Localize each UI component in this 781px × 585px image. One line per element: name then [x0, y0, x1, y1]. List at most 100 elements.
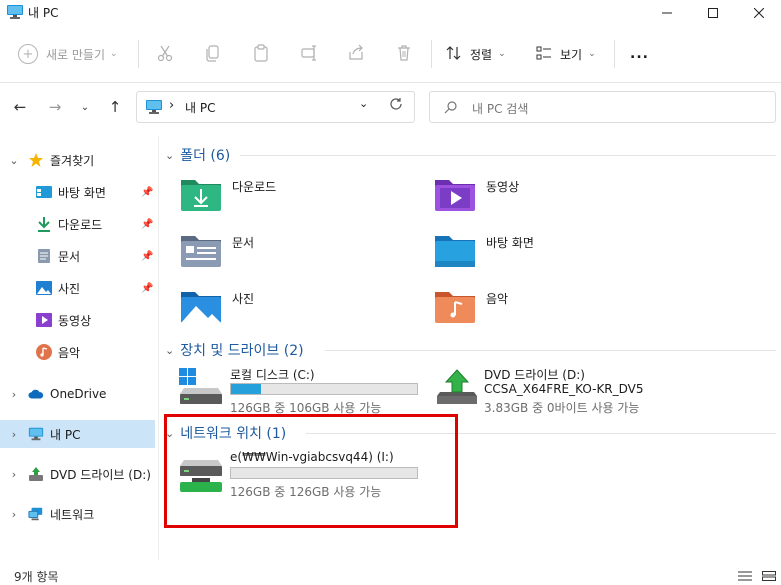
rename-button[interactable] — [300, 40, 318, 68]
tiles-view-button[interactable] — [762, 570, 776, 584]
sidebar-item-this-pc[interactable]: › 내 PC — [0, 420, 155, 448]
arrow-up-icon: ↑ — [108, 98, 122, 116]
chevron-right-icon[interactable]: › — [8, 428, 20, 441]
pc-icon — [6, 4, 24, 23]
new-button[interactable]: + 새로 만들기 ⌄ — [18, 40, 118, 68]
folder-music[interactable]: 음악 — [434, 288, 674, 332]
pc-icon — [28, 426, 44, 442]
sidebar-item-network[interactable]: › 네트워크 — [0, 500, 155, 528]
video-icon — [36, 312, 52, 328]
chevron-down-icon: ⌄ — [588, 49, 596, 59]
toolbar-divider — [138, 40, 139, 68]
drive-local-c[interactable]: 로컬 디스크 (C:) 126GB 중 106GB 사용 가능 — [178, 366, 424, 415]
view-icon — [536, 45, 552, 64]
drive-dvd-d[interactable]: DVD 드라이브 (D:) CCSA_X64FRE_KO-KR_DV5 3.83… — [436, 366, 736, 415]
view-button-label: 보기 — [560, 47, 583, 62]
drive-name: 로컬 디스크 (C:) — [230, 368, 315, 382]
window-title: 내 PC — [28, 6, 59, 20]
sidebar-item-label: 내 PC — [50, 427, 81, 442]
sort-button[interactable]: 정렬 ⌄ — [446, 40, 506, 68]
sidebar-item-onedrive[interactable]: › OneDrive — [0, 380, 155, 408]
minimize-button[interactable] — [644, 0, 690, 26]
breadcrumb-separator: › — [169, 98, 175, 113]
sidebar-item-downloads[interactable]: 다운로드 📌 — [0, 210, 155, 238]
sidebar-item-label: 바탕 화면 — [58, 185, 106, 200]
back-button[interactable]: ← — [9, 96, 31, 118]
plus-circle-icon: + — [18, 44, 38, 64]
chevron-down-icon: ⌄ — [498, 49, 506, 59]
folder-videos[interactable]: 동영상 — [434, 176, 674, 220]
group-header-folders[interactable]: ⌄ 폴더 (6) — [165, 145, 230, 165]
maximize-button[interactable] — [690, 0, 736, 26]
folder-documents[interactable]: 문서 — [180, 232, 420, 276]
address-bar[interactable]: › 내 PC ⌄ — [136, 91, 415, 123]
toolbar-divider — [614, 40, 615, 68]
trash-icon — [395, 44, 413, 65]
refresh-button[interactable] — [389, 97, 403, 114]
sidebar-item-dvd[interactable]: › DVD 드라이브 (D:) — [0, 460, 155, 488]
pin-icon[interactable]: 📌 — [141, 187, 153, 198]
pin-icon[interactable]: 📌 — [141, 283, 153, 294]
pane-divider[interactable] — [158, 136, 159, 560]
up-button[interactable]: ↑ — [104, 96, 126, 118]
forward-button[interactable]: → — [44, 96, 66, 118]
close-button[interactable] — [736, 0, 781, 26]
sidebar-item-music[interactable]: 음악 — [0, 338, 155, 366]
chevron-down-icon[interactable]: ⌄ — [8, 154, 20, 167]
desktop-icon — [36, 184, 52, 200]
arrow-right-icon: → — [48, 98, 62, 116]
hard-drive-icon — [178, 366, 224, 409]
recent-locations-button[interactable]: ⌄ — [74, 96, 96, 118]
sidebar-item-quick-access[interactable]: ⌄ 즐겨찾기 — [0, 146, 155, 174]
folder-downloads[interactable]: 다운로드 — [180, 176, 420, 220]
desktop-folder-icon — [434, 232, 476, 271]
folder-pictures[interactable]: 사진 — [180, 288, 420, 332]
tiles-view-icon — [762, 570, 776, 584]
sidebar-item-documents[interactable]: 문서 📌 — [0, 242, 155, 270]
search-icon — [444, 100, 458, 117]
download-folder-icon — [180, 176, 222, 215]
sidebar-item-label: 다운로드 — [58, 217, 103, 232]
sidebar-item-pictures[interactable]: 사진 📌 — [0, 274, 155, 302]
folder-label: 문서 — [232, 236, 255, 250]
group-header-devices[interactable]: ⌄ 장치 및 드라이브 (2) — [165, 340, 304, 360]
group-divider — [240, 155, 776, 156]
chevron-right-icon[interactable]: › — [8, 508, 20, 521]
view-button[interactable]: 보기 ⌄ — [536, 40, 596, 68]
address-dropdown-button[interactable]: ⌄ — [359, 97, 368, 110]
download-icon — [36, 216, 52, 232]
drive-usage-fill — [231, 384, 261, 394]
chevron-down-icon[interactable]: ⌄ — [165, 344, 174, 357]
drive-space: 3.83GB 중 0바이트 사용 가능 — [484, 401, 640, 415]
navigation-pane: ⌄ 즐겨찾기 바탕 화면 📌 다운로드 📌 문서 📌 사진 📌 동영상 음악 ›… — [0, 140, 158, 560]
picture-icon — [36, 280, 52, 296]
paste-button[interactable] — [252, 40, 270, 68]
copy-button[interactable] — [204, 40, 222, 68]
chevron-right-icon[interactable]: › — [8, 468, 20, 481]
delete-button[interactable] — [395, 40, 413, 68]
folder-desktop[interactable]: 바탕 화면 — [434, 232, 674, 276]
more-icon: ... — [630, 46, 649, 62]
drive-usage-bar — [230, 383, 418, 395]
more-options-button[interactable]: ... — [630, 40, 649, 68]
chevron-right-icon[interactable]: › — [8, 388, 20, 401]
arrow-left-icon: ← — [13, 98, 27, 116]
sidebar-item-videos[interactable]: 동영상 — [0, 306, 155, 334]
sort-button-label: 정렬 — [470, 47, 493, 62]
drive-name: DVD 드라이브 (D:) — [484, 368, 585, 382]
music-icon — [36, 344, 52, 360]
star-icon — [28, 152, 44, 168]
search-box[interactable]: 내 PC 검색 — [429, 91, 776, 123]
chevron-down-icon: ⌄ — [80, 101, 90, 113]
cut-button[interactable] — [156, 40, 174, 68]
details-view-button[interactable] — [738, 570, 752, 584]
pin-icon[interactable]: 📌 — [141, 219, 153, 230]
scissors-icon — [156, 44, 174, 65]
breadcrumb[interactable]: 내 PC — [185, 99, 215, 116]
sidebar-item-desktop[interactable]: 바탕 화면 📌 — [0, 178, 155, 206]
share-button[interactable] — [347, 40, 365, 68]
sidebar-item-label: 네트워크 — [50, 507, 95, 522]
sidebar-item-label: 문서 — [58, 249, 81, 264]
pin-icon[interactable]: 📌 — [141, 251, 153, 262]
chevron-down-icon[interactable]: ⌄ — [165, 149, 174, 162]
